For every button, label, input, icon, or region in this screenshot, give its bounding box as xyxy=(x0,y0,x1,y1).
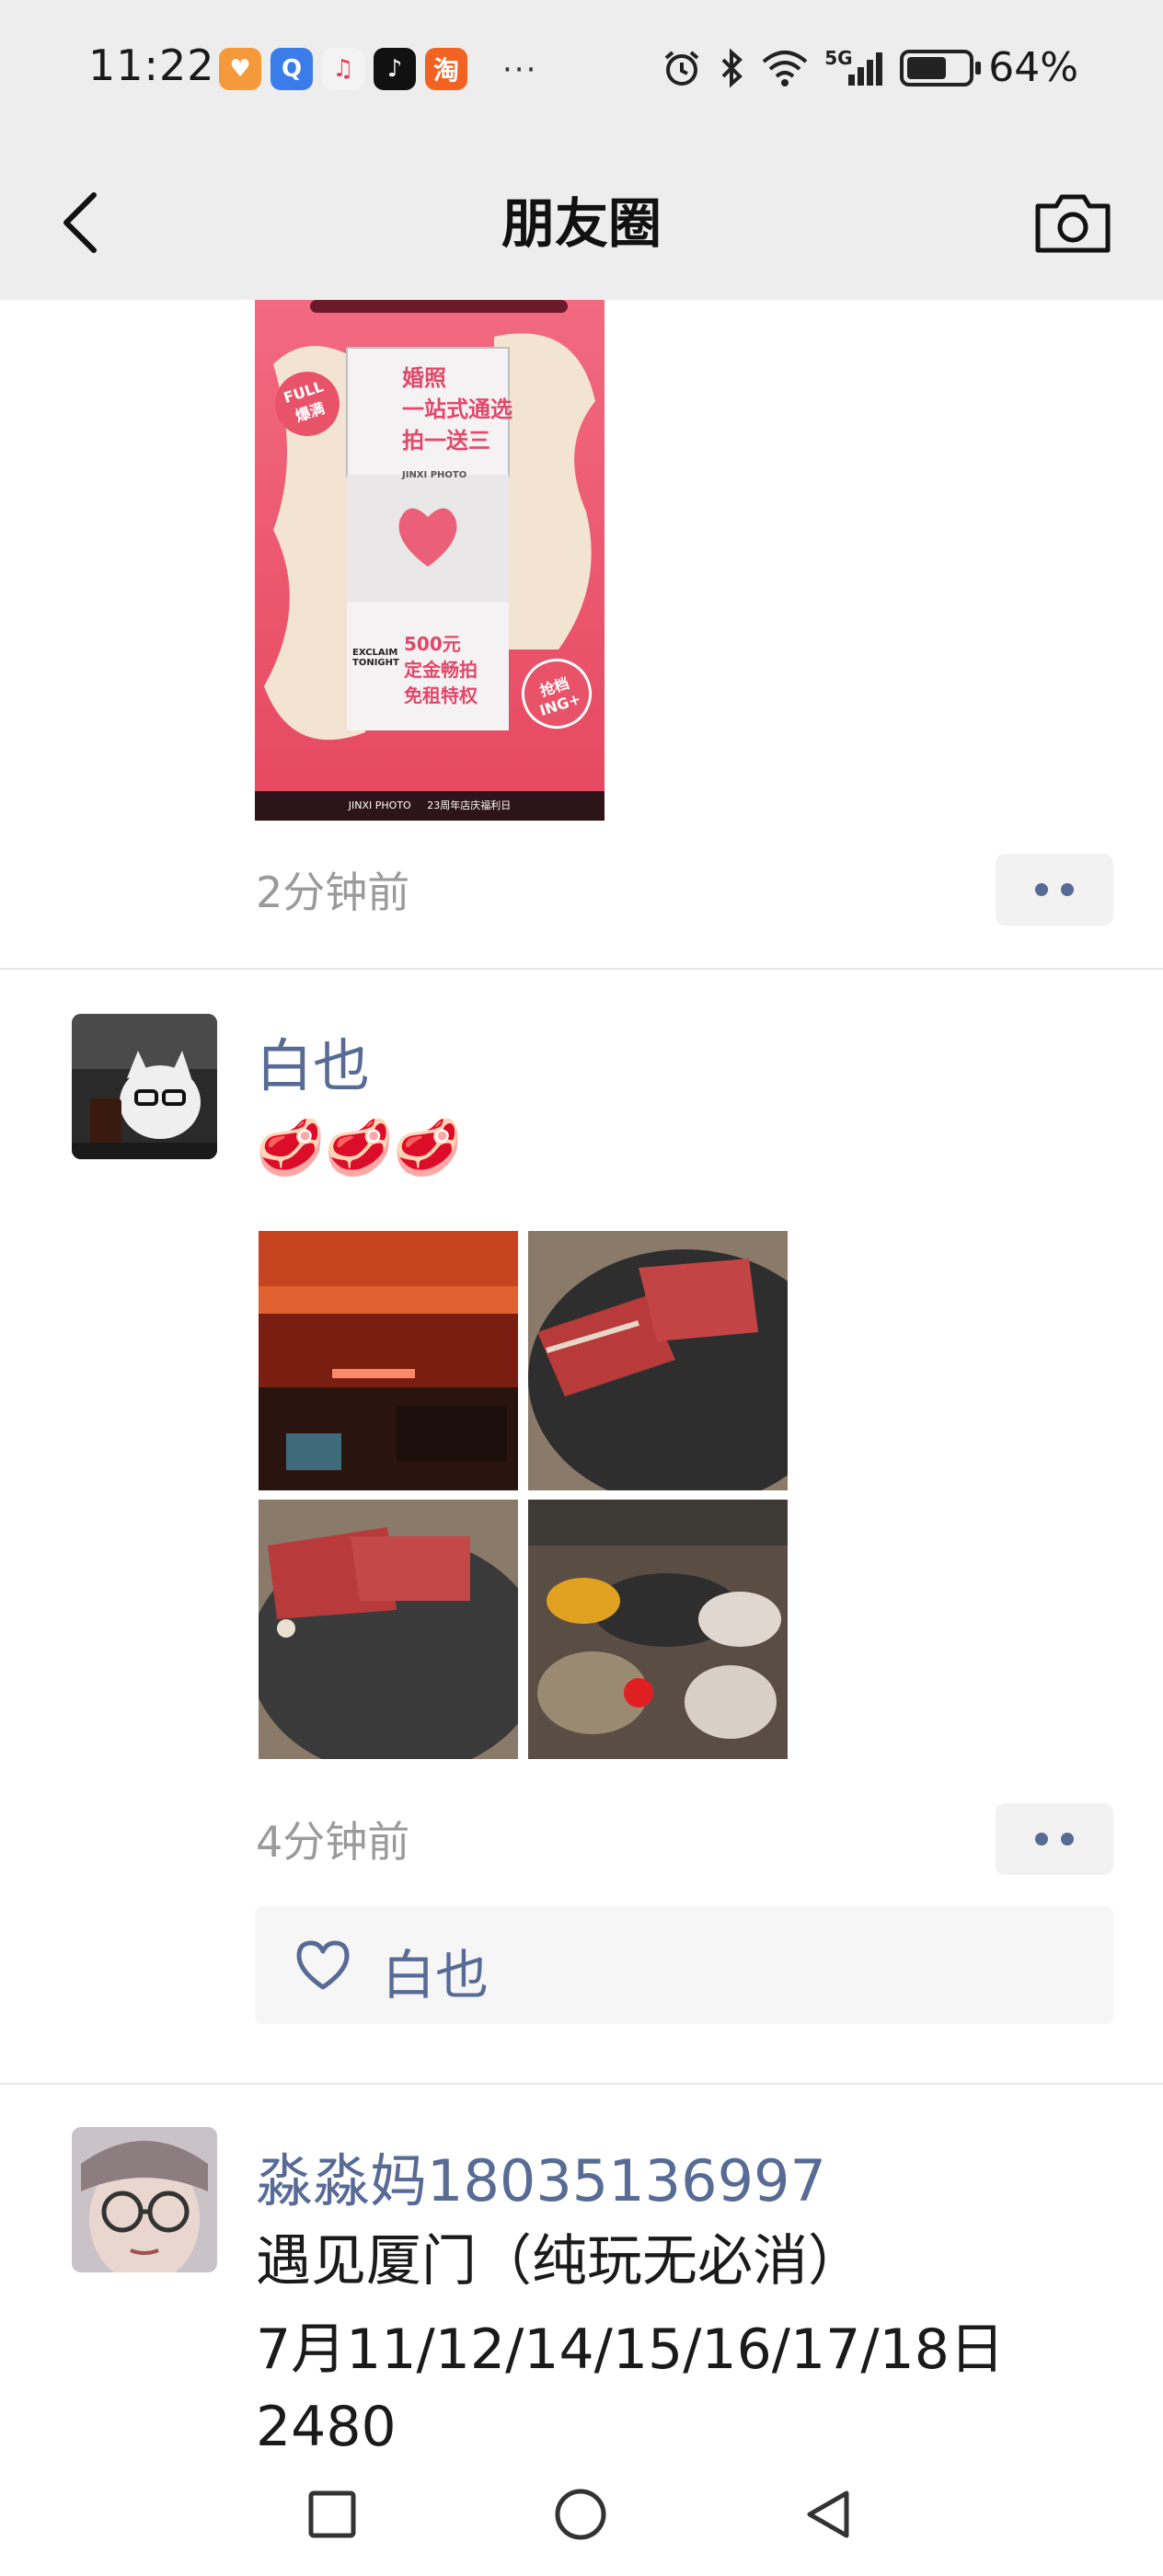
post-photo[interactable] xyxy=(528,1231,788,1490)
status-indicators: 5G 64% xyxy=(661,44,1078,91)
post-text-line: 遇见厦门（纯玩无必消） xyxy=(256,2229,863,2294)
music-app-icon: ♫ xyxy=(322,48,364,90)
restaurant-photo xyxy=(259,1231,518,1490)
recent-apps-button[interactable] xyxy=(307,2490,357,2539)
more-dot-icon xyxy=(1035,883,1048,896)
poster-box3-line-2: 定金畅拍 xyxy=(404,659,478,681)
poster-line-2: 一站式通选 xyxy=(402,397,512,422)
post-author-name[interactable]: 白也 xyxy=(256,1019,370,1102)
avatar-image xyxy=(72,2127,217,2272)
top-navigation-bar: 朋友圈 xyxy=(0,147,1163,300)
page-title: 朋友圈 xyxy=(501,192,662,255)
wifi-icon xyxy=(762,50,808,86)
bluetooth-icon xyxy=(721,48,743,87)
poster-footer: JINXI PHOTO 23周年店庆福利日 xyxy=(348,799,512,811)
home-button[interactable] xyxy=(554,2488,607,2541)
more-notifications-indicator: ··· xyxy=(502,52,538,88)
poster-box3-text: 500元 定金畅拍 免租特权 xyxy=(404,631,478,708)
post-photo[interactable] xyxy=(259,1231,518,1490)
grill-meat-photo xyxy=(259,1500,518,1759)
post-photo[interactable] xyxy=(528,1500,788,1759)
cellular-signal-icon: 5G xyxy=(824,47,885,89)
notification-icons: ♥ Q ♫ ♪ 淘 xyxy=(219,48,467,90)
alarm-icon xyxy=(664,50,699,86)
poster-box3-line-3: 免租特权 xyxy=(404,684,478,707)
camera-icon xyxy=(1035,194,1111,253)
post-more-button[interactable] xyxy=(996,1803,1113,1875)
poster-line-1: 婚照 xyxy=(402,365,446,391)
network-type: 5G xyxy=(824,46,853,69)
battery-icon xyxy=(900,49,982,86)
table-food-photo xyxy=(528,1500,788,1759)
heart-icon xyxy=(296,1940,350,1990)
poster-brand: JINXI PHOTO xyxy=(402,470,467,480)
post-image-poster[interactable]: 婚照 一站式通选 拍一送三 JINXI PHOTO FULL 爆满 EXCLAI… xyxy=(255,300,605,821)
poster-headline: 婚照 一站式通选 拍一送三 JINXI PHOTO xyxy=(402,362,512,491)
post-divider xyxy=(0,2083,1163,2085)
more-dot-icon xyxy=(1061,1833,1074,1846)
system-navigation-bar xyxy=(0,2447,1163,2576)
likes-section: 白也 xyxy=(255,1906,1113,2024)
post-timestamp: 2分钟前 xyxy=(256,868,410,917)
avatar[interactable] xyxy=(72,1014,217,1159)
more-dot-icon xyxy=(1035,1833,1048,1846)
taobao-app-icon: 淘 xyxy=(425,48,467,90)
poster-box3-line-1: 500元 xyxy=(404,633,461,655)
battery-percentage: 64% xyxy=(988,44,1078,91)
grill-meat-photo xyxy=(528,1231,788,1490)
poster-line-3: 拍一送三 xyxy=(402,428,490,454)
post-divider xyxy=(0,968,1163,970)
status-bar: 11:22 ♥ Q ♫ ♪ 淘 ··· 5G 64% xyxy=(0,0,1163,147)
back-nav-button[interactable] xyxy=(802,2488,854,2541)
post-photo[interactable] xyxy=(259,1500,518,1759)
search-app-icon: Q xyxy=(271,48,313,90)
tiktok-app-icon: ♪ xyxy=(374,48,416,90)
post-more-button[interactable] xyxy=(996,854,1113,926)
avatar[interactable] xyxy=(72,2127,217,2272)
post-timestamp: 4分钟前 xyxy=(256,1817,410,1867)
post-author-name[interactable]: 淼淼妈18035136997 xyxy=(256,2134,826,2217)
status-time: 11:22 xyxy=(88,40,215,90)
camera-button[interactable] xyxy=(1027,178,1119,263)
poster-box3-brand: EXCLAIM TONIGHT xyxy=(352,648,399,668)
liker-name[interactable]: 白也 xyxy=(382,1932,489,2009)
post-text-line: 7月11/12/14/15/16/17/18日 xyxy=(256,2317,1005,2382)
more-dot-icon xyxy=(1061,883,1074,896)
post-text: 🥩🥩🥩 xyxy=(256,1116,463,1180)
shopping-app-icon: ♥ xyxy=(219,48,261,90)
avatar-image xyxy=(72,1014,217,1159)
